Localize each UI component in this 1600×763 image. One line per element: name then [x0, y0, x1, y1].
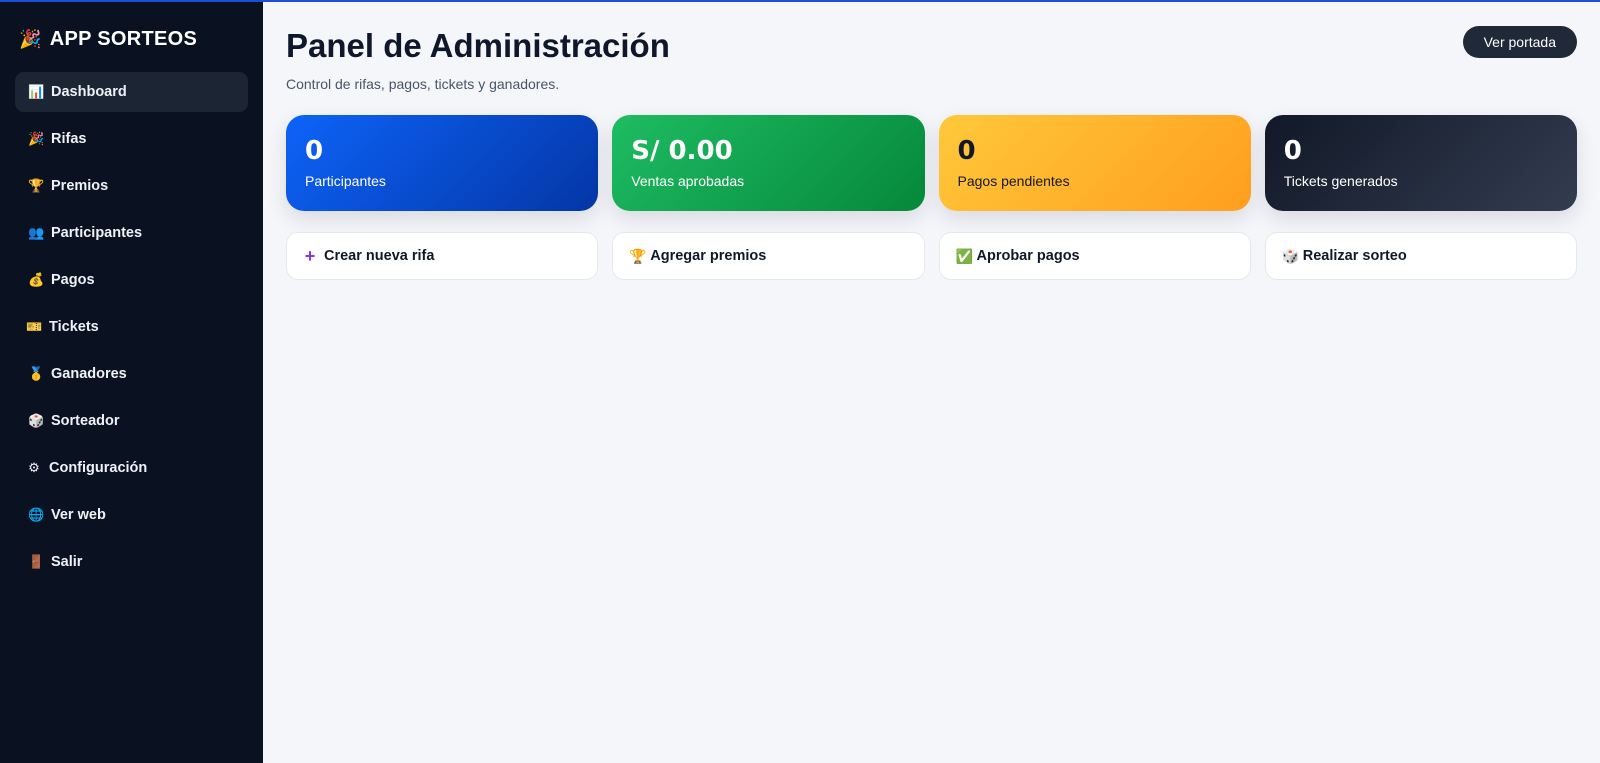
ticket-icon: 🎫 — [26, 319, 43, 334]
stat-label: Tickets generados — [1283, 173, 1398, 189]
sidebar-item-label: Ver web — [51, 507, 106, 523]
sidebar-item-label: Dashboard — [51, 84, 127, 100]
sidebar-item-configuracion[interactable]: ⚙ Configuración — [15, 448, 248, 488]
stat-label: Pagos pendientes — [957, 173, 1070, 189]
check-icon: ✅ — [955, 247, 973, 264]
sidebar-item-label: Tickets — [49, 319, 99, 335]
party-popper-icon: 🎉 — [19, 28, 42, 49]
globe-icon: 🌐 — [28, 507, 45, 522]
stat-card-pagos-pendientes: 0 Pagos pendientes — [938, 115, 1251, 211]
action-label: Crear nueva rifa — [324, 248, 435, 264]
agregar-premios-button[interactable]: 🏆 Agregar premios — [612, 232, 925, 280]
sidebar-item-label: Rifas — [51, 131, 87, 147]
action-label: Realizar sorteo — [1302, 248, 1407, 264]
stat-value: 0 — [1283, 136, 1302, 166]
sidebar-item-label: Ganadores — [51, 366, 127, 382]
stat-value: S/ 0.00 — [631, 136, 733, 166]
sidebar-nav: 📊 Dashboard 🎉 Rifas 🏆 Premios 👥 Particip… — [15, 72, 248, 589]
sidebar-item-salir[interactable]: 🚪 Salir — [15, 542, 248, 582]
sidebar: 🎉 APP SORTEOS 📊 Dashboard 🎉 Rifas 🏆 Prem… — [0, 2, 263, 763]
door-icon: 🚪 — [28, 554, 45, 569]
stat-card-ventas: S/ 0.00 Ventas aprobadas — [612, 115, 925, 211]
stat-label: Ventas aprobadas — [631, 173, 745, 189]
aprobar-pagos-button[interactable]: ✅ Aprobar pagos — [938, 232, 1251, 280]
trophy-icon: 🏆 — [629, 247, 647, 264]
party-popper-icon: 🎉 — [28, 131, 45, 146]
sidebar-item-label: Premios — [51, 178, 109, 194]
sidebar-item-label: Pagos — [51, 272, 95, 288]
main-content: Panel de Administración Control de rifas… — [263, 2, 1600, 763]
gear-icon: ⚙ — [28, 460, 40, 475]
page-subtitle: Control de rifas, pagos, tickets y ganad… — [286, 76, 560, 92]
sidebar-item-sorteador[interactable]: 🎲 Sorteador — [15, 401, 248, 441]
stat-label: Participantes — [305, 173, 386, 189]
plus-icon: + — [304, 245, 316, 266]
sidebar-item-premios[interactable]: 🏆 Premios — [15, 166, 248, 206]
sidebar-item-ver-web[interactable]: 🌐 Ver web — [15, 495, 248, 535]
stat-card-participantes: 0 Participantes — [286, 115, 599, 211]
page-title: Panel de Administración — [286, 27, 670, 64]
sidebar-item-label: Participantes — [51, 225, 143, 241]
action-label: Agregar premios — [650, 248, 767, 264]
brand-name: APP SORTEOS — [49, 27, 198, 50]
sidebar-item-label: Configuración — [49, 460, 148, 476]
dice-icon: 🎲 — [1281, 247, 1300, 264]
money-bag-icon: 💰 — [28, 272, 45, 287]
stat-card-tickets: 0 Tickets generados — [1264, 115, 1577, 211]
sidebar-item-rifas[interactable]: 🎉 Rifas — [15, 119, 248, 159]
stats-row: 0 Participantes S/ 0.00 Ventas aprobadas… — [286, 115, 1577, 211]
people-icon: 👥 — [28, 225, 45, 240]
crear-rifa-button[interactable]: + Crear nueva rifa — [286, 232, 599, 280]
sidebar-item-tickets[interactable]: 🎫 Tickets — [15, 307, 248, 347]
bar-chart-icon: 📊 — [28, 84, 45, 99]
sidebar-item-participantes[interactable]: 👥 Participantes — [15, 213, 248, 253]
stat-value: 0 — [957, 136, 976, 166]
sidebar-item-label: Sorteador — [51, 413, 120, 429]
ver-portada-button[interactable]: Ver portada — [1462, 26, 1577, 58]
action-label: Aprobar pagos — [976, 248, 1080, 264]
realizar-sorteo-button[interactable]: 🎲 Realizar sorteo — [1264, 232, 1577, 280]
trophy-icon: 🏆 — [28, 178, 45, 193]
sidebar-item-ganadores[interactable]: 🥇 Ganadores — [15, 354, 248, 394]
sidebar-item-dashboard[interactable]: 📊 Dashboard — [15, 72, 248, 112]
quick-actions: + Crear nueva rifa 🏆 Agregar premios ✅ A… — [286, 232, 1577, 280]
dice-icon: 🎲 — [28, 413, 45, 428]
sidebar-item-pagos[interactable]: 💰 Pagos — [15, 260, 248, 300]
sidebar-item-label: Salir — [51, 554, 83, 570]
medal-icon: 🥇 — [28, 366, 45, 381]
stat-value: 0 — [305, 136, 324, 166]
brand[interactable]: 🎉 APP SORTEOS — [15, 22, 248, 52]
